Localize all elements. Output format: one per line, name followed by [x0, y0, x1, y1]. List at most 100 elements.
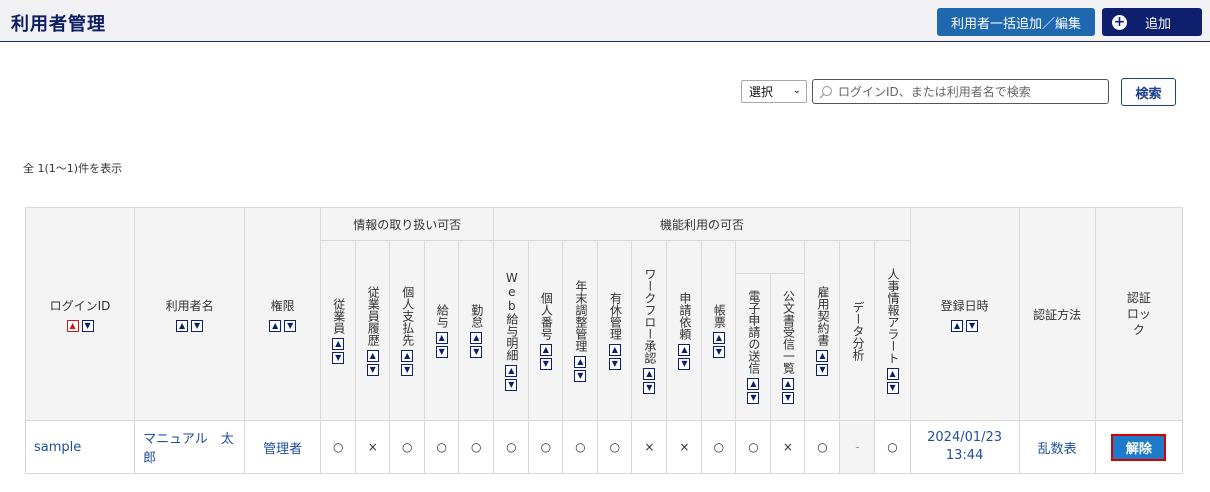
- cell-my-number: ○: [528, 420, 564, 474]
- sort-up-icon[interactable]: ▲: [608, 343, 621, 356]
- sort-up-icon[interactable]: ▲: [435, 331, 448, 344]
- col-auth-lock: 認証ロック: [1094, 207, 1184, 421]
- sort-up-icon[interactable]: ▲: [678, 343, 691, 356]
- group-info-handling: 情報の取り扱い可否: [320, 207, 495, 241]
- role-link[interactable]: 管理者: [263, 442, 302, 457]
- sort-up-icon[interactable]: ▲: [401, 349, 414, 362]
- sort-up-icon[interactable]: ▲: [366, 349, 379, 362]
- header-bar: 利用者管理 利用者一括追加／編集 + 追加: [0, 0, 1210, 42]
- cell-official-doc: ×: [770, 420, 806, 474]
- sort-down-icon[interactable]: ▼: [574, 369, 587, 382]
- col-request: 申請依頼 ▲ ▼: [666, 240, 703, 421]
- sort-down-icon[interactable]: ▼: [966, 319, 979, 332]
- cell-workflow: ×: [631, 420, 668, 474]
- cell-year-end: ○: [562, 420, 599, 474]
- col-user-name: 利用者名 ▲ ▼: [134, 207, 246, 421]
- cell-e-filing: ○: [735, 420, 772, 474]
- sort-up-icon[interactable]: ▲: [951, 319, 964, 332]
- search-field-select[interactable]: 選択 ⌄: [741, 80, 807, 103]
- search-button[interactable]: 検索: [1121, 78, 1176, 106]
- sort-up-icon[interactable]: ▲: [886, 367, 899, 380]
- sort-up-icon[interactable]: ▲: [470, 331, 483, 344]
- sort-down-icon[interactable]: ▼: [284, 319, 297, 332]
- cell-data-analysis: -: [839, 420, 876, 474]
- cell-paid-leave: ○: [597, 420, 633, 474]
- result-count: 全 1(1〜1)件を表示: [23, 162, 123, 175]
- add-user-button[interactable]: + 追加: [1102, 8, 1202, 36]
- sort-down-icon[interactable]: ▼: [886, 381, 899, 394]
- group-function-use: 機能利用の可否: [493, 207, 911, 241]
- sort-up-icon[interactable]: ▲: [66, 319, 79, 332]
- sort-down-icon[interactable]: ▼: [816, 363, 829, 376]
- search-input[interactable]: ログインID、または利用者名で検索: [812, 79, 1109, 104]
- sort-down-icon[interactable]: ▼: [643, 381, 656, 394]
- col-attendance: 勤怠 ▲ ▼: [458, 240, 495, 421]
- sort-down-icon[interactable]: ▼: [678, 357, 691, 370]
- sort-up-icon[interactable]: ▲: [332, 337, 345, 350]
- cell-employee-history: ×: [355, 420, 391, 474]
- sort-down-icon[interactable]: ▼: [608, 357, 621, 370]
- col-role: 権限 ▲ ▼: [244, 207, 322, 421]
- auth-method-value: 乱数表: [1037, 441, 1077, 457]
- col-login-id: ログインID ▲ ▼: [24, 207, 136, 421]
- sort-down-icon[interactable]: ▼: [539, 357, 552, 370]
- unlock-button[interactable]: 解除: [1111, 433, 1167, 461]
- col-payee: 個人支払先 ▲ ▼: [389, 240, 426, 421]
- sort-up-icon[interactable]: ▲: [505, 364, 518, 377]
- sort-up-icon[interactable]: ▲: [269, 319, 282, 332]
- sort-up-icon[interactable]: ▲: [539, 343, 552, 356]
- cell-salary: ○: [424, 420, 460, 474]
- cell-contract: ○: [804, 420, 841, 474]
- chevron-down-icon: ⌄: [792, 85, 801, 96]
- sort-down-icon[interactable]: ▼: [781, 392, 794, 404]
- col-my-number: 個人番号 ▲ ▼: [528, 240, 564, 421]
- user-table: ログインID ▲ ▼ 利用者名 ▲ ▼ 権限 ▲ ▼ 情報の取り扱い可否 機能利…: [24, 207, 1184, 474]
- cell-hr-alert: ○: [874, 420, 911, 474]
- col-web-payslip: Web給与明細 ▲ ▼: [493, 240, 530, 421]
- sort-down-icon[interactable]: ▼: [401, 363, 414, 376]
- cell-attendance: ○: [458, 420, 495, 474]
- col-paid-leave: 有休管理 ▲ ▼: [597, 240, 633, 421]
- table-row: sample マニュアル 太郎 管理者 ○ × ○ ○ ○ ○ ○ ○ ○ × …: [24, 420, 1184, 474]
- cell-payee: ○: [389, 420, 426, 474]
- sort-up-icon[interactable]: ▲: [781, 378, 794, 390]
- col-auth-method: 認証方法: [1018, 207, 1096, 421]
- col-year-end: 年末調整管理 ▲ ▼: [562, 240, 599, 421]
- col-employee-history: 従業員履歴 ▲ ▼: [355, 240, 391, 421]
- e-filing-group-spacer: [735, 240, 806, 274]
- sort-down-icon[interactable]: ▼: [332, 351, 345, 364]
- sort-up-icon[interactable]: ▲: [816, 349, 829, 362]
- sort-down-icon[interactable]: ▼: [366, 363, 379, 376]
- cell-forms: ○: [701, 420, 737, 474]
- sort-down-icon[interactable]: ▼: [747, 392, 760, 404]
- bulk-add-edit-button[interactable]: 利用者一括追加／編集: [937, 8, 1095, 36]
- sort-down-icon[interactable]: ▼: [505, 378, 518, 391]
- search-icon: [819, 85, 833, 99]
- sort-up-icon[interactable]: ▲: [712, 331, 725, 344]
- user-name-link[interactable]: マニュアル 太郎: [143, 432, 234, 466]
- cell-request: ×: [666, 420, 703, 474]
- col-employee: 従業員 ▲ ▼: [320, 240, 357, 421]
- login-id-link[interactable]: sample: [34, 440, 81, 455]
- cell-web-payslip: ○: [493, 420, 530, 474]
- col-contract: 雇用契約書 ▲ ▼: [804, 240, 841, 421]
- col-official-doc: 公文書受信一覧 ▲ ▼: [770, 273, 806, 421]
- add-button-label: 追加: [1145, 16, 1172, 32]
- col-e-filing: 電子申請の送信 ▲ ▼: [735, 273, 772, 421]
- sort-up-icon[interactable]: ▲: [747, 378, 760, 390]
- sort-up-icon[interactable]: ▲: [176, 319, 189, 332]
- sort-down-icon[interactable]: ▼: [81, 319, 94, 332]
- search-placeholder: ログインID、または利用者名で検索: [838, 85, 1031, 99]
- col-data-analysis: データ分析: [839, 240, 876, 421]
- sort-up-icon[interactable]: ▲: [574, 355, 587, 368]
- cell-employee: ○: [320, 420, 357, 474]
- col-registered: 登録日時 ▲ ▼: [909, 207, 1020, 421]
- sort-up-icon[interactable]: ▲: [643, 367, 656, 380]
- col-salary: 給与 ▲ ▼: [424, 240, 460, 421]
- col-hr-alert: 人事情報アラート ▲ ▼: [874, 240, 911, 421]
- sort-down-icon[interactable]: ▼: [435, 345, 448, 358]
- plus-circle-icon: +: [1112, 13, 1127, 30]
- sort-down-icon[interactable]: ▼: [470, 345, 483, 358]
- sort-down-icon[interactable]: ▼: [191, 319, 204, 332]
- sort-down-icon[interactable]: ▼: [712, 345, 725, 358]
